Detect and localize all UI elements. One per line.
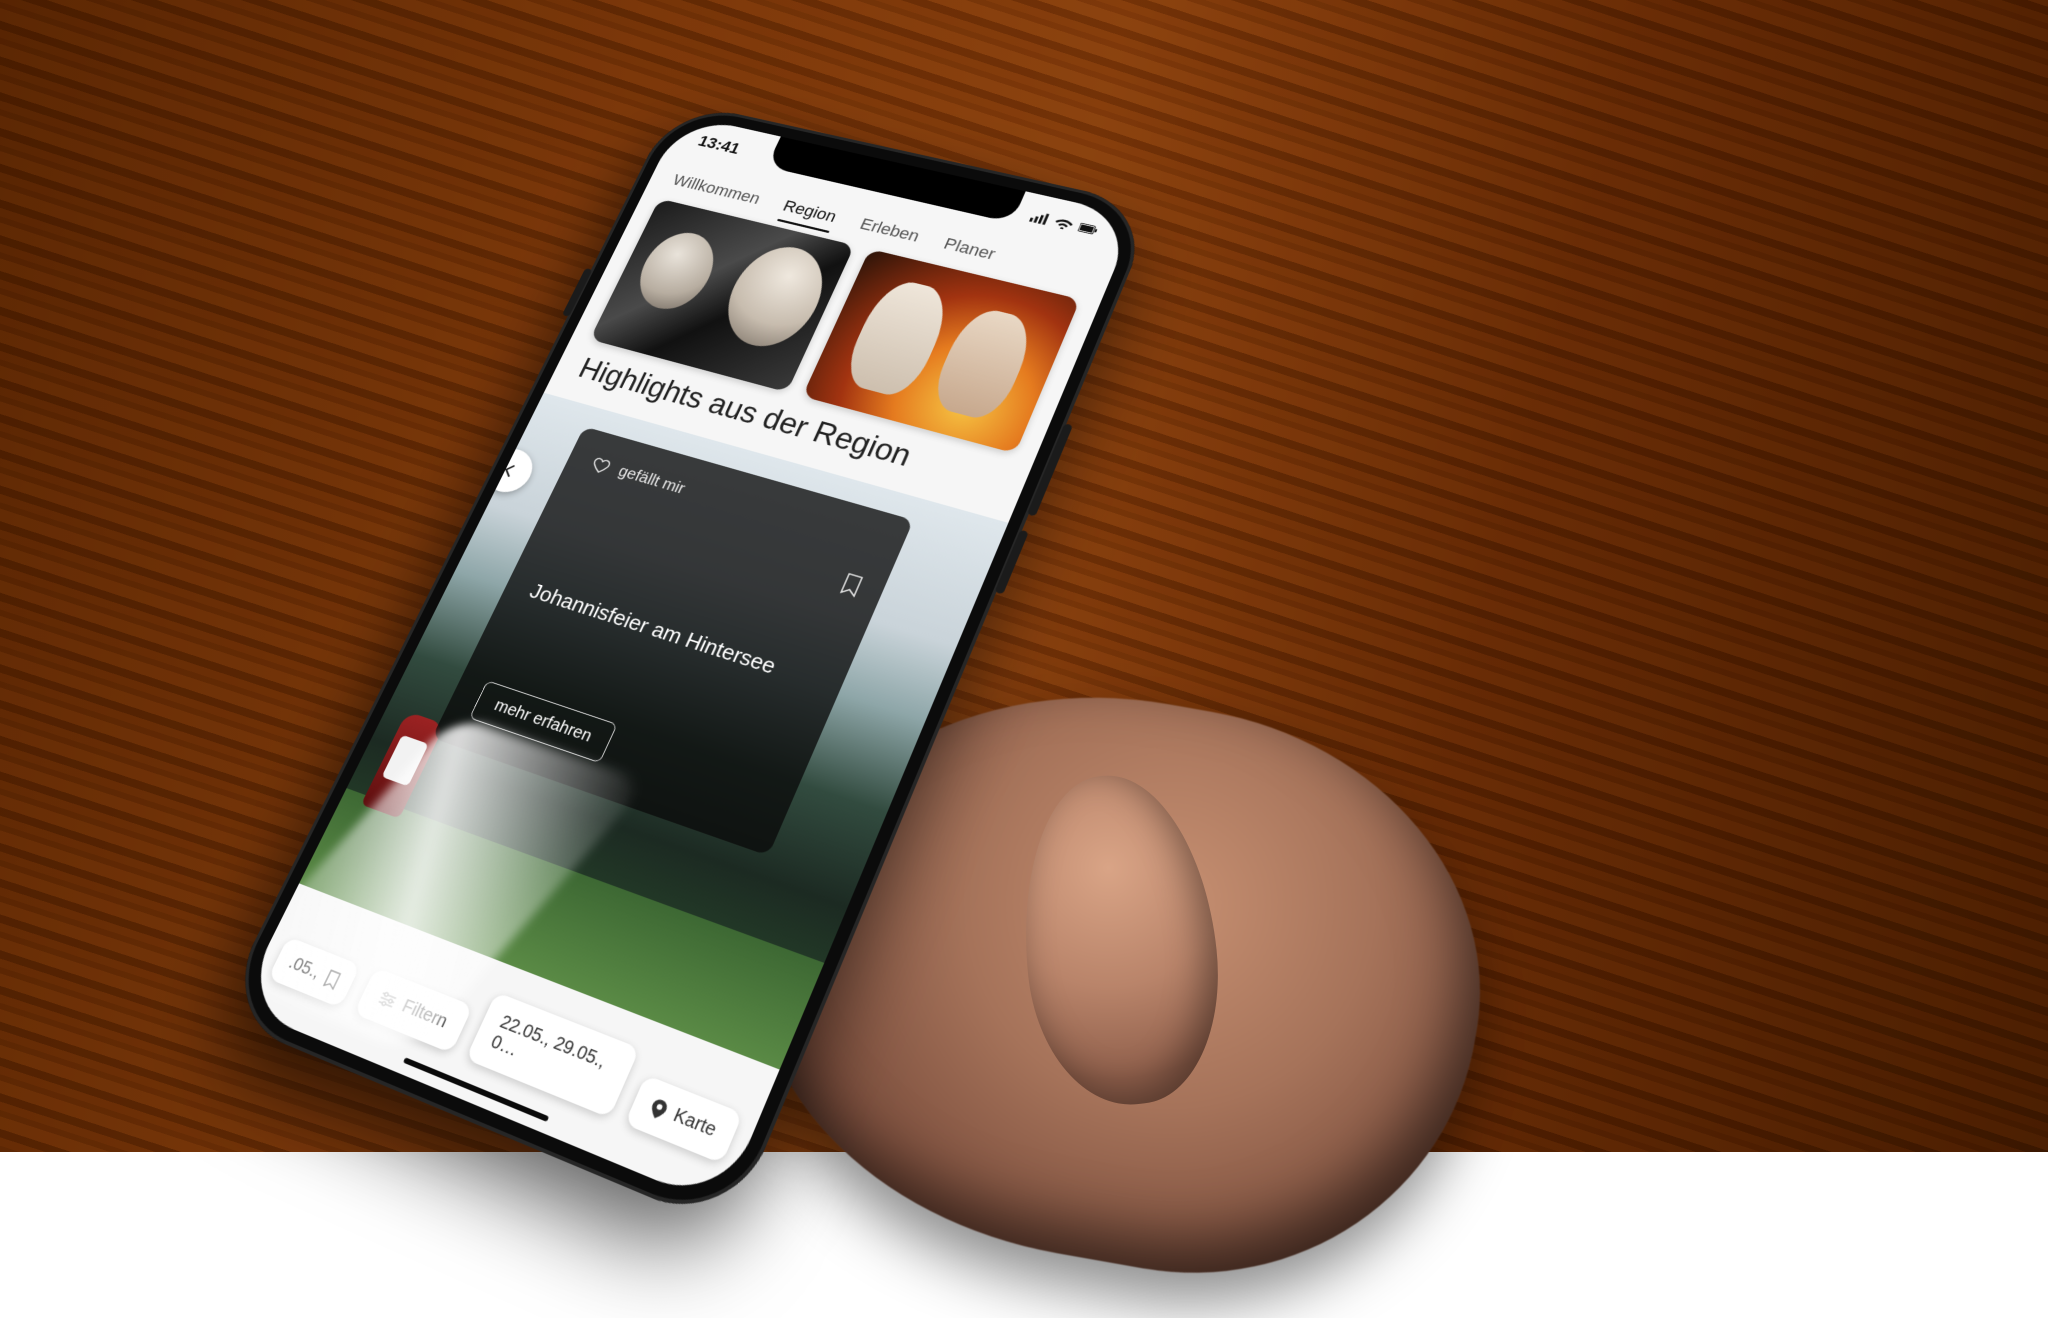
tab-label: Region: [780, 197, 839, 226]
more-info-label: mehr erfahren: [491, 696, 594, 746]
more-info-button[interactable]: mehr erfahren: [469, 680, 617, 763]
map-button[interactable]: Karte: [625, 1075, 744, 1164]
chip-label: .05.,: [285, 953, 323, 984]
chip-label: 22.05., 29.05., 0…: [487, 1012, 617, 1097]
tab-region[interactable]: Region: [777, 197, 840, 233]
date-chip-partial[interactable]: .05.,: [268, 936, 361, 1007]
cellular-icon: [1029, 210, 1051, 225]
map-pin-icon: [648, 1097, 669, 1121]
heart-icon: [589, 454, 615, 476]
sliders-icon: [376, 989, 399, 1010]
bookmark-button[interactable]: [836, 572, 865, 603]
tab-label: Erleben: [857, 215, 922, 246]
chevron-left-icon: [498, 461, 519, 479]
tab-planer[interactable]: Planer: [938, 234, 999, 271]
like-button[interactable]: gefällt mir: [589, 454, 878, 553]
filter-button[interactable]: Filtern: [354, 967, 473, 1053]
status-time: 13:41: [695, 132, 743, 158]
battery-icon: [1077, 221, 1099, 236]
event-title: Johannisfeier am Hintersee: [526, 578, 820, 692]
tab-label: Willkommen: [670, 171, 764, 208]
tab-label: Planer: [941, 234, 998, 263]
like-label: gefällt mir: [615, 462, 688, 498]
bookmark-icon: [322, 968, 342, 990]
phone-stage: 13:41 Willkommen Region Erleben Planer H…: [380, 0, 1020, 1230]
bookmark-icon: [838, 572, 865, 599]
chip-label: Filtern: [398, 996, 450, 1033]
chip-label: Karte: [670, 1105, 720, 1142]
wifi-icon: [1053, 216, 1075, 231]
